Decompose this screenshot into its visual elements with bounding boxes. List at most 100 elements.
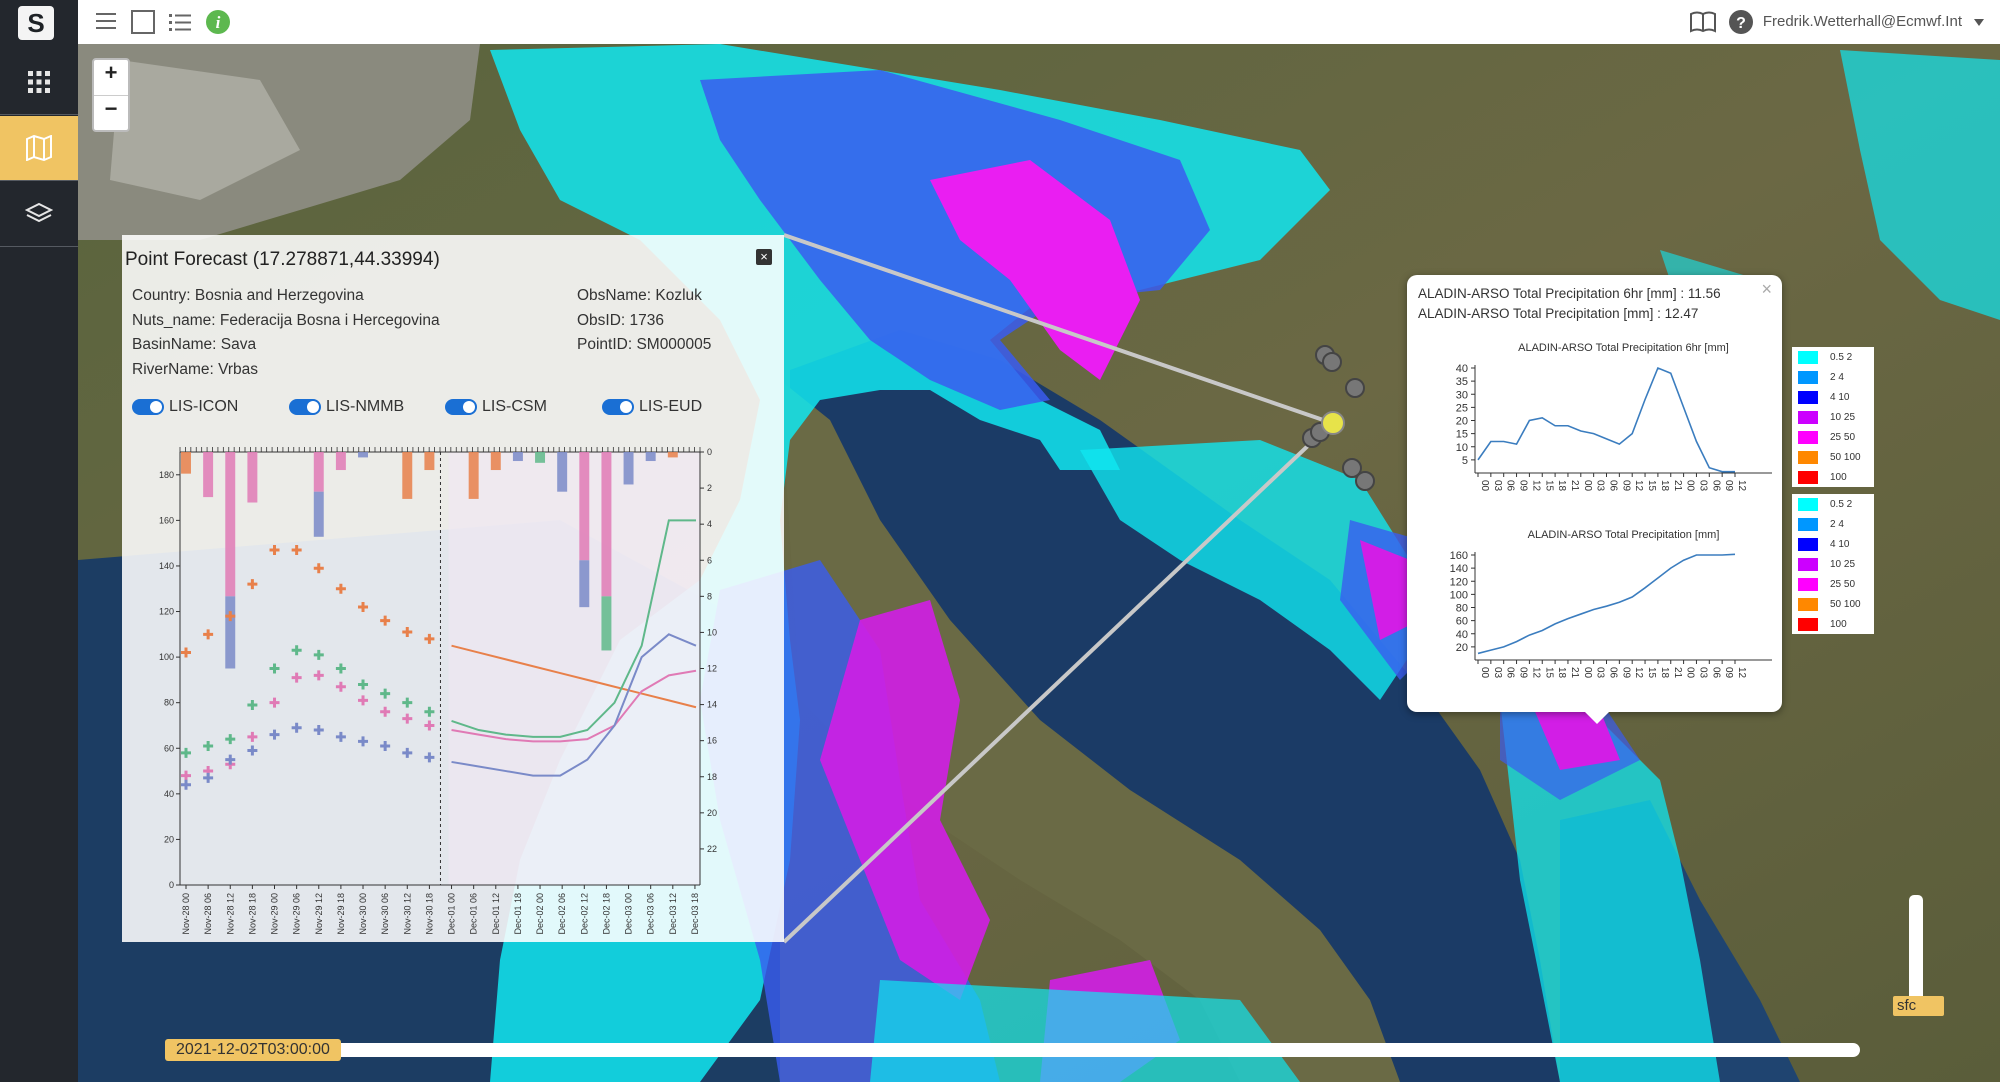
map-view-button[interactable] — [0, 116, 78, 181]
observed-marker — [380, 615, 391, 626]
observed-marker — [291, 672, 302, 683]
legend-swatch — [1798, 497, 1818, 511]
legend-swatch — [1798, 470, 1818, 484]
x-tick-label: 21 — [1672, 480, 1683, 492]
y-tick-label: 5 — [1462, 455, 1468, 467]
observed-marker — [181, 779, 191, 790]
x-tick-label: 03 — [1492, 667, 1503, 679]
y-right-tick-label: 4 — [707, 519, 712, 529]
precip-bar — [535, 452, 546, 463]
legend-swatch — [1798, 430, 1818, 444]
legend-row: 4 10 — [1792, 387, 1874, 407]
precip-bar — [335, 452, 346, 471]
x-tick-label: 21 — [1672, 667, 1683, 679]
x-tick-label: Dec-01 12 — [491, 893, 501, 935]
close-icon[interactable]: × — [756, 249, 772, 265]
legend-row: 10 25 — [1792, 407, 1874, 427]
x-tick-label: Dec-02 00 — [535, 893, 545, 935]
toggle-label: LIS-ICON — [169, 398, 239, 415]
book-icon[interactable] — [1689, 10, 1717, 34]
precip-bar — [203, 452, 214, 498]
toggle-lis-nmmb[interactable]: LIS-NMMB — [289, 398, 404, 416]
nuts-name-label: Nuts_name: Federacija Bosna i Hercegovin… — [132, 311, 440, 329]
list-icon[interactable] — [168, 11, 192, 33]
x-tick-label: Nov-29 00 — [270, 893, 280, 935]
precip-bar — [181, 452, 191, 474]
square-icon[interactable] — [130, 9, 156, 35]
station-marker — [1355, 471, 1375, 491]
level-slider[interactable] — [1909, 895, 1923, 1010]
x-tick-label: 00 — [1479, 667, 1490, 679]
x-tick-label: 03 — [1697, 480, 1708, 492]
y-right-tick-label: 18 — [707, 772, 717, 782]
series-line — [1477, 553, 1736, 655]
toggle-lis-eud[interactable]: LIS-EUD — [602, 398, 702, 416]
legend-label: 50 100 — [1830, 451, 1861, 463]
observed-marker — [181, 770, 191, 781]
toggle-switch-icon[interactable] — [445, 399, 477, 415]
y-right-tick-label: 8 — [707, 591, 712, 601]
y-right-tick-label: 0 — [707, 447, 712, 457]
observed-marker — [380, 740, 391, 751]
observed-marker — [225, 734, 236, 745]
observed-marker — [291, 722, 302, 733]
zoom-in-button[interactable]: + — [94, 60, 128, 96]
user-menu[interactable]: Fredrik.Wetterhall@Ecmwf.Int — [1763, 13, 1962, 30]
legend-row: 50 100 — [1792, 594, 1874, 614]
precip-bar — [645, 452, 656, 462]
menu-icon[interactable] — [94, 10, 118, 32]
legend-swatch — [1798, 597, 1818, 611]
x-tick-label: Dec-03 06 — [646, 893, 656, 935]
y-left-tick-label: 180 — [159, 470, 174, 480]
point-forecast-panel: Point Forecast (17.278871,44.33994) × Co… — [122, 235, 784, 942]
series-line — [1477, 366, 1735, 473]
apps-button[interactable] — [0, 50, 78, 115]
x-tick-label: 06 — [1710, 667, 1721, 679]
legend-swatch — [1798, 390, 1818, 404]
legend-swatch — [1798, 577, 1818, 591]
legend-row: 10 25 — [1792, 554, 1874, 574]
app-logo[interactable]: S — [18, 6, 54, 40]
layers-icon — [25, 202, 53, 223]
precip-bar — [247, 452, 258, 503]
observed-marker — [269, 663, 280, 674]
toggle-label: LIS-NMMB — [326, 398, 405, 415]
info-icon[interactable]: i — [205, 9, 231, 35]
caret-down-icon[interactable] — [1974, 19, 1984, 27]
toggle-switch-icon[interactable] — [602, 399, 634, 415]
y-left-tick-label: 80 — [164, 698, 174, 708]
y-right-tick-label: 6 — [707, 555, 712, 565]
time-slider[interactable] — [165, 1043, 1860, 1057]
precip-total-chart: ALADIN-ARSO Total Precipitation [mm] 2040… — [1450, 529, 1772, 679]
legend-row: 100 — [1792, 614, 1874, 634]
toggle-lis-icon[interactable]: LIS-ICON — [132, 398, 238, 416]
svg-text:?: ? — [1736, 15, 1746, 32]
close-icon[interactable]: × — [1761, 279, 1772, 300]
legend-row: 25 50 — [1792, 427, 1874, 447]
x-tick-label: Dec-02 18 — [601, 893, 611, 935]
precip-bar — [623, 452, 634, 485]
legend-row: 2 4 — [1792, 367, 1874, 387]
x-tick-label: Nov-28 06 — [203, 893, 213, 935]
toggle-switch-icon[interactable] — [289, 399, 321, 415]
layers-button[interactable] — [0, 182, 78, 247]
x-tick-label: Nov-29 06 — [292, 893, 302, 935]
legend-swatch — [1798, 370, 1818, 384]
toggle-switch-icon[interactable] — [132, 399, 164, 415]
zoom-out-button[interactable]: − — [94, 96, 128, 131]
legend-swatch — [1798, 537, 1818, 551]
time-label[interactable]: 2021-12-02T03:00:00 — [165, 1039, 341, 1061]
river-name-label: RiverName: Vrbas — [132, 360, 259, 378]
toggle-lis-csm[interactable]: LIS-CSM — [445, 398, 547, 416]
help-icon[interactable]: ? — [1728, 9, 1754, 35]
y-left-tick-label: 100 — [159, 652, 174, 662]
sidebar: S — [0, 0, 78, 1082]
x-tick-label: Dec-02 12 — [579, 893, 589, 935]
x-tick-label: Dec-01 06 — [469, 893, 479, 935]
country-label: Country: Bosnia and Herzegovina — [132, 287, 364, 304]
x-tick-label: 15 — [1543, 480, 1554, 492]
x-tick-label: 06 — [1505, 480, 1516, 492]
observed-marker — [358, 736, 369, 747]
x-tick-label: 18 — [1659, 667, 1670, 679]
level-label[interactable]: sfc — [1893, 996, 1944, 1016]
